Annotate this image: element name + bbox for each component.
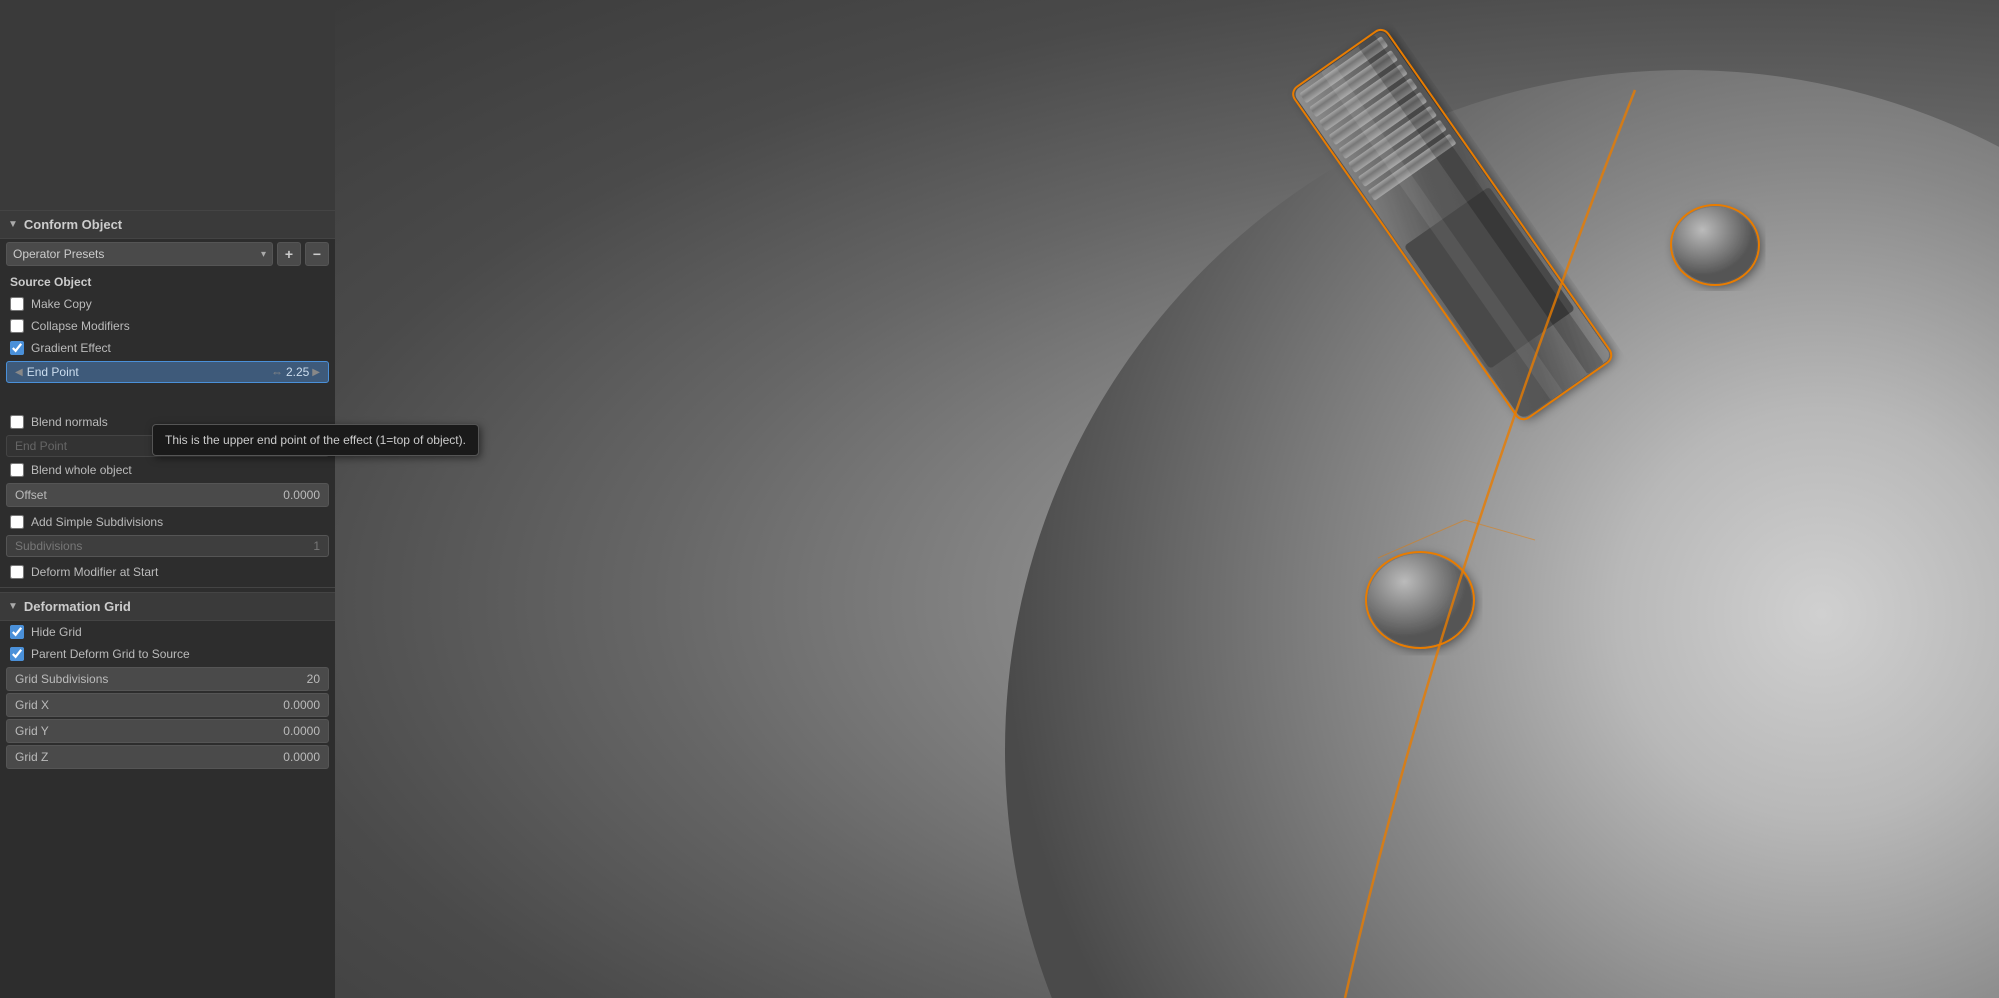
blend-normals-checkbox[interactable] bbox=[10, 415, 24, 429]
make-copy-row: Make Copy bbox=[0, 293, 335, 315]
section-title: Conform Object bbox=[24, 217, 122, 232]
blend-normals-label: Blend normals bbox=[31, 415, 108, 429]
viewport[interactable] bbox=[335, 0, 1999, 998]
subdivisions-label: Subdivisions bbox=[15, 539, 82, 553]
grid-y-label: Grid Y bbox=[15, 724, 49, 738]
grid-subdivisions-field[interactable]: Grid Subdivisions 20 bbox=[6, 667, 329, 691]
blend-whole-object-label: Blend whole object bbox=[31, 463, 132, 477]
end-point-slider-value: ⇔ 2.25 ▶ bbox=[271, 365, 320, 379]
grid-x-value: 0.0000 bbox=[283, 698, 320, 712]
parent-deform-grid-row: Parent Deform Grid to Source bbox=[0, 643, 335, 665]
end-point-slider-label: ◀ End Point bbox=[15, 365, 79, 379]
divider-1 bbox=[0, 587, 335, 588]
end-point-disabled-label: End Point bbox=[15, 439, 67, 453]
blend-whole-object-checkbox[interactable] bbox=[10, 463, 24, 477]
grid-z-field[interactable]: Grid Z 0.0000 bbox=[6, 745, 329, 769]
deform-modifier-row: Deform Modifier at Start bbox=[0, 561, 335, 583]
add-simple-subdivisions-label: Add Simple Subdivisions bbox=[31, 515, 163, 529]
subdivisions-field: Subdivisions 1 bbox=[6, 535, 329, 557]
add-simple-subdivisions-row: Add Simple Subdivisions bbox=[0, 511, 335, 533]
arrow-right-icon: ▶ bbox=[312, 367, 320, 378]
blend-normals-row: Blend normals bbox=[0, 411, 335, 433]
operator-presets-dropdown[interactable]: Operator Presets ▾ bbox=[6, 242, 273, 266]
section-header-conform-object[interactable]: ▼ Conform Object bbox=[0, 210, 335, 239]
deformation-triangle-icon: ▼ bbox=[8, 601, 18, 612]
end-point-slider[interactable]: ◀ End Point ⇔ 2.25 ▶ bbox=[6, 361, 329, 383]
gradient-effect-row: Gradient Effect bbox=[0, 337, 335, 359]
grid-y-value: 0.0000 bbox=[283, 724, 320, 738]
collapse-modifiers-checkbox[interactable] bbox=[10, 319, 24, 333]
hide-grid-row: Hide Grid bbox=[0, 621, 335, 643]
add-simple-subdivisions-checkbox[interactable] bbox=[10, 515, 24, 529]
offset-value: 0.0000 bbox=[283, 488, 320, 502]
make-copy-label: Make Copy bbox=[31, 297, 92, 311]
source-object-label: Source Object bbox=[0, 269, 335, 293]
collapse-modifiers-label: Collapse Modifiers bbox=[31, 319, 130, 333]
deform-modifier-checkbox[interactable] bbox=[10, 565, 24, 579]
grid-subdivisions-label: Grid Subdivisions bbox=[15, 672, 108, 686]
gradient-effect-label: Gradient Effect bbox=[31, 341, 111, 355]
make-copy-checkbox[interactable] bbox=[10, 297, 24, 311]
preset-label: Operator Presets bbox=[13, 247, 104, 261]
end-point-disabled: End Point bbox=[6, 435, 329, 457]
deformation-grid-label: Deformation Grid bbox=[24, 599, 131, 614]
collapse-modifiers-row: Collapse Modifiers bbox=[0, 315, 335, 337]
subdivisions-value: 1 bbox=[313, 539, 320, 553]
top-area bbox=[0, 0, 335, 210]
grid-x-label: Grid X bbox=[15, 698, 49, 712]
grid-z-value: 0.0000 bbox=[283, 750, 320, 764]
offset-slider[interactable]: Offset 0.0000 bbox=[6, 483, 329, 507]
hide-grid-checkbox[interactable] bbox=[10, 625, 24, 639]
arrow-left-icon: ◀ bbox=[15, 367, 23, 378]
triangle-icon: ▼ bbox=[8, 219, 18, 230]
viewport-background bbox=[335, 0, 1999, 998]
grid-z-label: Grid Z bbox=[15, 750, 48, 764]
deform-modifier-label: Deform Modifier at Start bbox=[31, 565, 158, 579]
chevron-down-icon: ▾ bbox=[261, 249, 266, 260]
gradient-effect-checkbox[interactable] bbox=[10, 341, 24, 355]
move-icon: ⇔ bbox=[271, 365, 283, 379]
grid-y-field[interactable]: Grid Y 0.0000 bbox=[6, 719, 329, 743]
hide-grid-label: Hide Grid bbox=[31, 625, 82, 639]
left-panel: ▼ Conform Object Operator Presets ▾ + − … bbox=[0, 0, 335, 998]
blend-whole-object-row: Blend whole object bbox=[0, 459, 335, 481]
offset-label: Offset bbox=[15, 488, 47, 502]
parent-deform-grid-checkbox[interactable] bbox=[10, 647, 24, 661]
parent-deform-grid-label: Parent Deform Grid to Source bbox=[31, 647, 190, 661]
section-header-deformation-grid[interactable]: ▼ Deformation Grid bbox=[0, 592, 335, 621]
preset-add-button[interactable]: + bbox=[277, 242, 301, 266]
grid-subdivisions-value: 20 bbox=[307, 672, 320, 686]
preset-row: Operator Presets ▾ + − bbox=[0, 239, 335, 269]
preset-remove-button[interactable]: − bbox=[305, 242, 329, 266]
grid-x-field[interactable]: Grid X 0.0000 bbox=[6, 693, 329, 717]
